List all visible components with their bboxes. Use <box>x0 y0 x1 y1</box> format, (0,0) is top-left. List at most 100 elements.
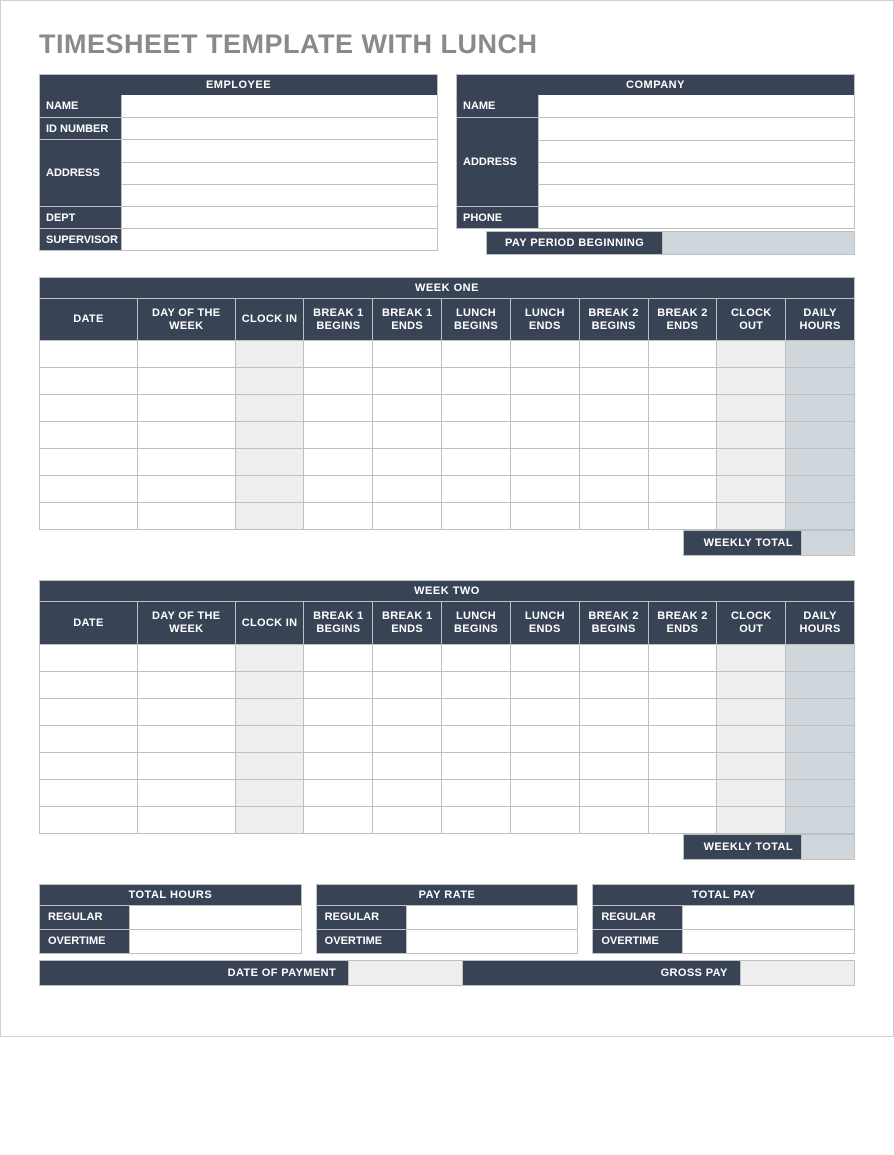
table-cell[interactable] <box>648 698 717 725</box>
table-cell[interactable] <box>579 644 648 671</box>
table-cell[interactable] <box>304 698 373 725</box>
table-cell[interactable] <box>786 449 855 476</box>
table-cell[interactable] <box>648 752 717 779</box>
table-cell[interactable] <box>40 644 138 671</box>
table-cell[interactable] <box>373 503 442 530</box>
table-cell[interactable] <box>373 698 442 725</box>
table-cell[interactable] <box>579 449 648 476</box>
table-cell[interactable] <box>717 422 786 449</box>
table-cell[interactable] <box>648 779 717 806</box>
table-cell[interactable] <box>579 395 648 422</box>
employee-address-line[interactable] <box>122 162 437 184</box>
table-cell[interactable] <box>579 503 648 530</box>
table-cell[interactable] <box>442 671 511 698</box>
week-one-total-value[interactable] <box>802 530 855 556</box>
table-cell[interactable] <box>786 671 855 698</box>
table-cell[interactable] <box>579 806 648 833</box>
table-cell[interactable] <box>510 449 579 476</box>
th-overtime-input[interactable] <box>130 930 301 953</box>
table-cell[interactable] <box>717 449 786 476</box>
table-cell[interactable] <box>442 341 511 368</box>
table-cell[interactable] <box>235 368 304 395</box>
table-cell[interactable] <box>579 698 648 725</box>
table-cell[interactable] <box>137 725 235 752</box>
table-cell[interactable] <box>648 395 717 422</box>
table-cell[interactable] <box>40 671 138 698</box>
table-cell[interactable] <box>717 725 786 752</box>
date-of-payment-input[interactable] <box>349 960 463 986</box>
table-cell[interactable] <box>510 752 579 779</box>
table-cell[interactable] <box>137 476 235 503</box>
table-cell[interactable] <box>40 725 138 752</box>
table-cell[interactable] <box>648 341 717 368</box>
table-cell[interactable] <box>442 503 511 530</box>
table-cell[interactable] <box>235 395 304 422</box>
table-cell[interactable] <box>304 806 373 833</box>
table-cell[interactable] <box>786 644 855 671</box>
employee-address-line[interactable] <box>122 140 437 162</box>
table-cell[interactable] <box>510 725 579 752</box>
table-cell[interactable] <box>235 503 304 530</box>
table-cell[interactable] <box>786 698 855 725</box>
table-cell[interactable] <box>40 779 138 806</box>
employee-name-input[interactable] <box>122 95 437 117</box>
table-cell[interactable] <box>304 368 373 395</box>
table-cell[interactable] <box>717 476 786 503</box>
table-cell[interactable] <box>373 806 442 833</box>
table-cell[interactable] <box>235 698 304 725</box>
table-cell[interactable] <box>442 806 511 833</box>
table-cell[interactable] <box>786 779 855 806</box>
table-cell[interactable] <box>373 476 442 503</box>
table-cell[interactable] <box>786 806 855 833</box>
table-cell[interactable] <box>510 395 579 422</box>
table-cell[interactable] <box>786 395 855 422</box>
table-cell[interactable] <box>717 341 786 368</box>
employee-address-line[interactable] <box>122 184 437 206</box>
table-cell[interactable] <box>786 503 855 530</box>
table-cell[interactable] <box>579 422 648 449</box>
table-cell[interactable] <box>40 503 138 530</box>
table-cell[interactable] <box>235 806 304 833</box>
table-cell[interactable] <box>717 671 786 698</box>
table-cell[interactable] <box>442 752 511 779</box>
table-cell[interactable] <box>235 752 304 779</box>
table-cell[interactable] <box>442 476 511 503</box>
table-cell[interactable] <box>648 644 717 671</box>
table-cell[interactable] <box>648 503 717 530</box>
table-cell[interactable] <box>786 422 855 449</box>
employee-supervisor-input[interactable] <box>122 229 437 250</box>
table-cell[interactable] <box>510 422 579 449</box>
table-cell[interactable] <box>648 806 717 833</box>
table-cell[interactable] <box>579 368 648 395</box>
table-cell[interactable] <box>442 698 511 725</box>
pay-period-input[interactable] <box>662 231 855 255</box>
pr-regular-input[interactable] <box>407 906 578 929</box>
table-cell[interactable] <box>40 341 138 368</box>
table-cell[interactable] <box>510 341 579 368</box>
company-address-line[interactable] <box>539 118 854 140</box>
table-cell[interactable] <box>137 752 235 779</box>
table-cell[interactable] <box>40 752 138 779</box>
table-cell[interactable] <box>510 779 579 806</box>
table-cell[interactable] <box>579 671 648 698</box>
employee-dept-input[interactable] <box>122 207 437 228</box>
table-cell[interactable] <box>510 368 579 395</box>
table-cell[interactable] <box>304 341 373 368</box>
table-cell[interactable] <box>786 368 855 395</box>
table-cell[interactable] <box>137 671 235 698</box>
table-cell[interactable] <box>510 503 579 530</box>
table-cell[interactable] <box>137 449 235 476</box>
company-address-line[interactable] <box>539 162 854 184</box>
table-cell[interactable] <box>235 644 304 671</box>
table-cell[interactable] <box>442 779 511 806</box>
table-cell[interactable] <box>235 422 304 449</box>
table-cell[interactable] <box>717 752 786 779</box>
table-cell[interactable] <box>442 449 511 476</box>
table-cell[interactable] <box>40 476 138 503</box>
pr-overtime-input[interactable] <box>407 930 578 953</box>
table-cell[interactable] <box>137 368 235 395</box>
table-cell[interactable] <box>442 422 511 449</box>
th-regular-input[interactable] <box>130 906 301 929</box>
table-cell[interactable] <box>510 806 579 833</box>
table-cell[interactable] <box>40 806 138 833</box>
